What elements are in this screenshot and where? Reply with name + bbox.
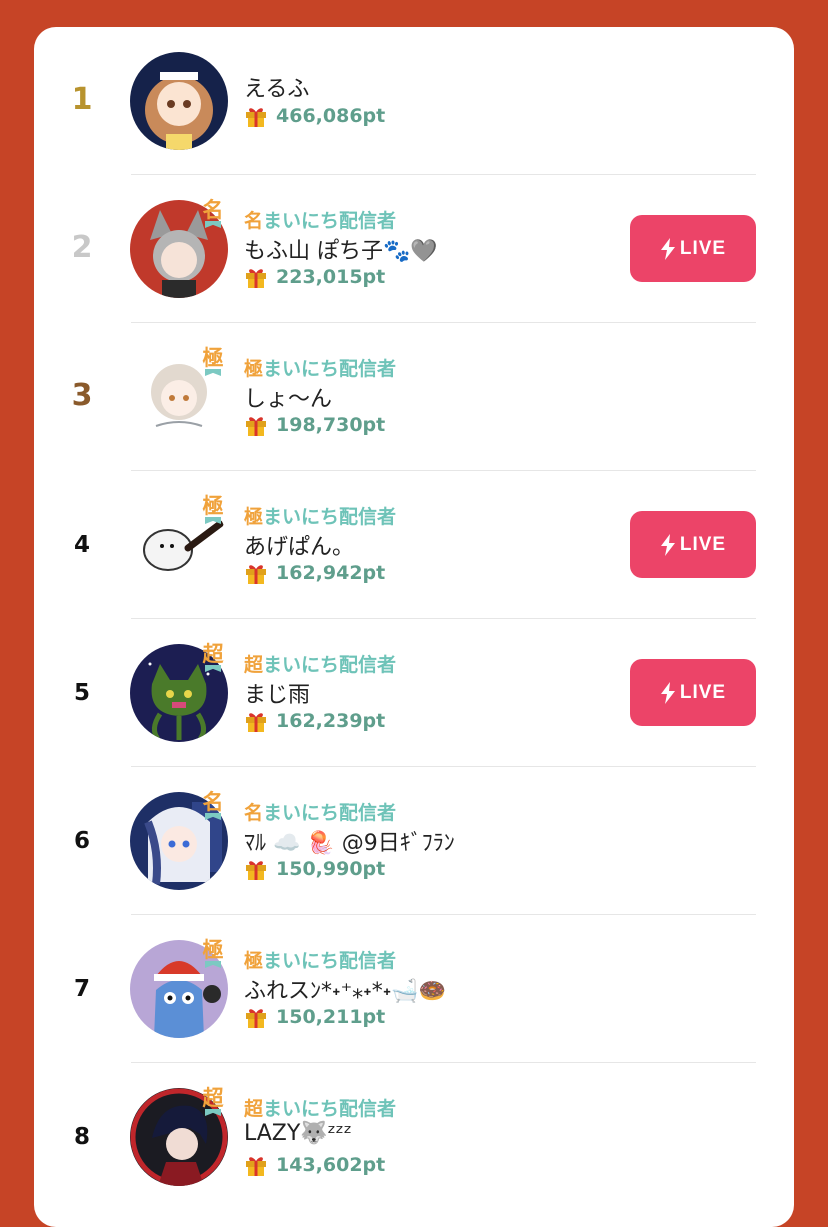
gift-icon	[246, 108, 266, 127]
points-value: 143,602pt	[276, 1154, 386, 1176]
daily-streamer-badge: 極まいにち配信者	[244, 506, 397, 528]
tier-badge: 超	[200, 641, 226, 673]
streamer-name: まじ雨	[244, 683, 311, 708]
ranking-row[interactable]: 7 極 極まいにち配信者 ふれスﾝ*˖⁺⁎˖*˖🛁🍩 150,211pt	[34, 915, 794, 1063]
streamer-name: もふ山 ぽち子🐾🩶	[244, 239, 438, 264]
rank-number: 3	[71, 378, 93, 413]
ranking-row[interactable]: 2 名 名まいにち配信者 もふ山 ぽち子🐾🩶 223,015pt LIVE	[34, 175, 794, 323]
daily-streamer-badge: 名まいにち配信者	[244, 802, 397, 824]
points-value: 150,990pt	[276, 858, 386, 880]
points-value: 162,942pt	[276, 562, 386, 584]
points-value: 162,239pt	[276, 710, 386, 732]
live-button[interactable]: LIVE	[630, 659, 756, 726]
ranking-row[interactable]: 4 極 極まいにち配信者 あげぱん。 162,942pt LIVE	[34, 471, 794, 619]
points-value: 223,015pt	[276, 266, 386, 288]
points: 223,015pt	[244, 263, 385, 291]
ranking-card: 1 えるふ 466,086pt 2 名 名まいにち配信者 もふ山 ぽち子🐾🩶 2…	[34, 27, 794, 1227]
gift-icon	[246, 1009, 266, 1028]
ranking-row[interactable]: 5 超 超まいにち配信者 まじ雨 162,239pt LIVE	[34, 619, 794, 767]
ranking-row[interactable]: 1 えるふ 466,086pt	[34, 27, 794, 175]
tier-badge: 名	[200, 197, 226, 229]
points: 466,086pt	[244, 102, 385, 130]
gift-icon	[246, 713, 266, 732]
gift-icon	[246, 861, 266, 880]
ranking-row[interactable]: 6 名 名まいにち配信者 ﾏﾙ ☁️ 🪼 @9日ｷﾞﾌﾗﾝ 150,990pt	[34, 767, 794, 915]
rank-number: 7	[73, 976, 90, 1002]
lightning-icon	[660, 681, 675, 704]
lightning-icon	[660, 533, 675, 556]
rank-number: 2	[71, 230, 93, 265]
rank-number: 5	[73, 680, 90, 706]
points: 198,730pt	[244, 411, 385, 439]
rank-number: 6	[73, 828, 90, 854]
tier-badge: 超	[200, 1085, 226, 1117]
points-value: 466,086pt	[276, 105, 386, 127]
daily-streamer-badge: 超まいにち配信者	[244, 654, 397, 676]
points-value: 150,211pt	[276, 1006, 386, 1028]
live-label: LIVE	[679, 681, 727, 703]
streamer-name: あげぱん。	[244, 535, 355, 560]
gift-icon	[246, 1157, 266, 1176]
streamer-name: しょ〜ん	[244, 387, 333, 412]
points: 162,942pt	[244, 559, 385, 587]
points: 150,211pt	[244, 1003, 385, 1031]
rank-number: 4	[73, 532, 90, 558]
rank-number: 1	[71, 82, 93, 117]
live-button[interactable]: LIVE	[630, 511, 756, 578]
points: 150,990pt	[244, 855, 385, 883]
live-label: LIVE	[679, 237, 727, 259]
streamer-name: LAZY🐺ᶻᶻᶻ	[244, 1121, 352, 1146]
gift-icon	[246, 269, 266, 288]
points-value: 198,730pt	[276, 414, 386, 436]
daily-streamer-badge: 超まいにち配信者	[244, 1098, 397, 1120]
points: 162,239pt	[244, 707, 385, 735]
daily-streamer-badge: 名まいにち配信者	[244, 210, 397, 232]
gift-icon	[246, 565, 266, 584]
live-label: LIVE	[679, 533, 727, 555]
daily-streamer-badge: 極まいにち配信者	[244, 950, 397, 972]
tier-badge: 極	[200, 937, 226, 969]
points: 143,602pt	[244, 1151, 385, 1179]
daily-streamer-badge: 極まいにち配信者	[244, 358, 397, 380]
rank-number: 8	[73, 1124, 90, 1150]
tier-badge: 極	[200, 493, 226, 525]
avatar[interactable]	[130, 52, 228, 150]
streamer-name: ふれスﾝ*˖⁺⁎˖*˖🛁🍩	[244, 979, 447, 1004]
streamer-name: えるふ	[244, 77, 310, 102]
tier-badge: 名	[200, 789, 226, 821]
live-button[interactable]: LIVE	[630, 215, 756, 282]
lightning-icon	[660, 237, 675, 260]
ranking-row[interactable]: 3 極 極まいにち配信者 しょ〜ん 198,730pt	[34, 323, 794, 471]
streamer-name: ﾏﾙ ☁️ 🪼 @9日ｷﾞﾌﾗﾝ	[244, 831, 455, 856]
tier-badge: 極	[200, 345, 226, 377]
ranking-row[interactable]: 8 超 超まいにち配信者 LAZY🐺ᶻᶻᶻ 143,602pt	[34, 1063, 794, 1211]
gift-icon	[246, 417, 266, 436]
